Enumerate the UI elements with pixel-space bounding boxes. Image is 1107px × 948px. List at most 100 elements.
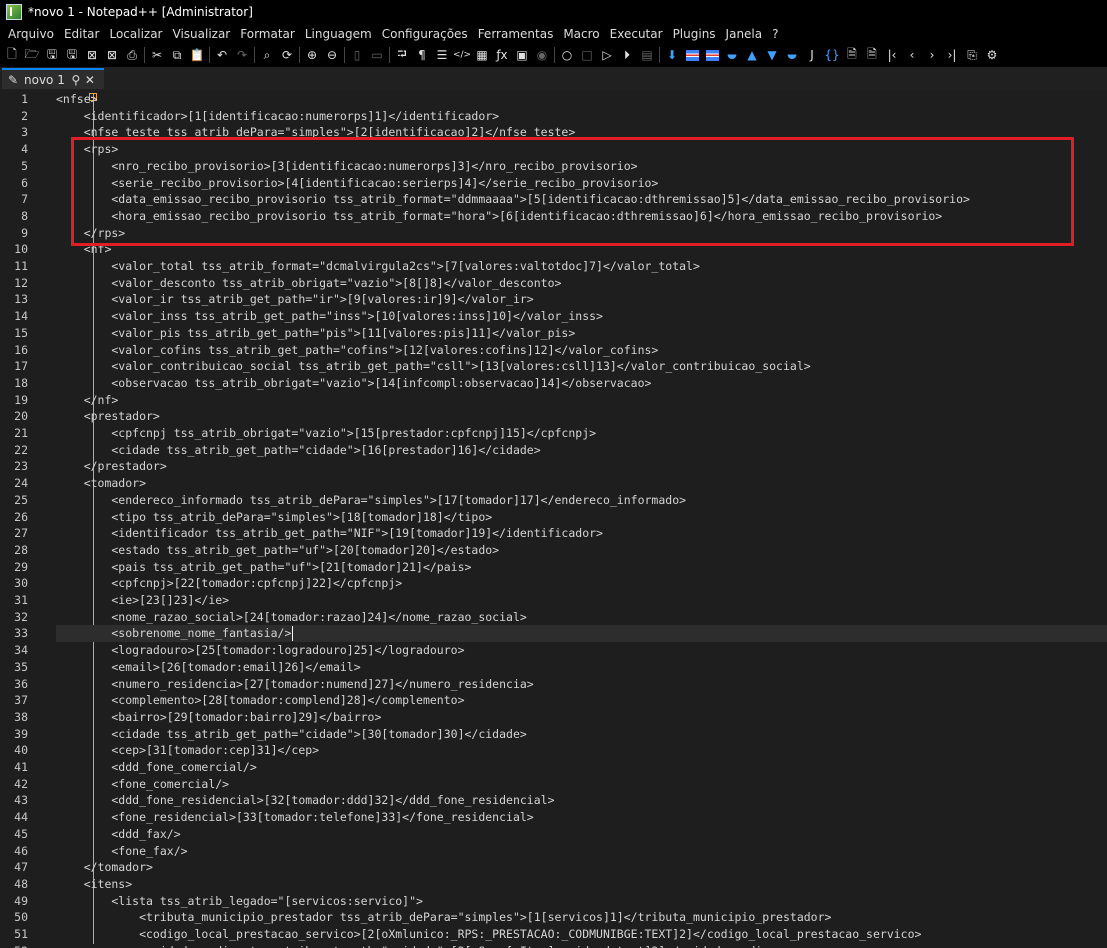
code-line[interactable]: <valor_desconto tss_atrib_obrigat="vazio… xyxy=(56,275,561,292)
monitoring-icon[interactable]: ◉ xyxy=(534,47,550,63)
paste-icon[interactable]: 📋 xyxy=(189,47,205,63)
save-icon[interactable]: 🖫 xyxy=(44,47,60,63)
code-line[interactable]: <cidade tss_atrib_get_path="cidade">[16[… xyxy=(56,442,540,459)
code-line[interactable]: <valor_cofins tss_atrib_get_path="cofins… xyxy=(56,342,658,359)
first-icon[interactable]: |‹ xyxy=(884,47,900,63)
save-macro-icon[interactable]: ▤ xyxy=(639,47,655,63)
undo-icon[interactable]: ↶ xyxy=(214,47,230,63)
menu-10[interactable]: Plugins xyxy=(669,27,720,41)
open-file-icon[interactable]: 🗁 xyxy=(24,47,40,63)
save-all-icon[interactable]: 🖫 xyxy=(64,47,80,63)
code-line[interactable]: <numero_residencia>[27[tomador:numend]27… xyxy=(56,676,533,693)
code-line[interactable]: <identificador>[1[identificacao:numerorp… xyxy=(56,108,499,125)
indent-guide-icon[interactable]: ☰ xyxy=(434,47,450,63)
code-line[interactable]: <email>[26[tomador:email]26]</email> xyxy=(56,659,360,676)
code-line[interactable]: <cpfcnpj tss_atrib_obrigat="vazio">[15[p… xyxy=(56,425,596,442)
code-line[interactable]: </nf> xyxy=(56,392,119,409)
code-line[interactable]: <pais tss_atrib_get_path="uf">[21[tomado… xyxy=(56,559,471,576)
xml-tag-icon[interactable]: </> xyxy=(453,47,471,63)
plugin-icon-5[interactable]: ▲ xyxy=(744,47,760,63)
code-line[interactable]: <nome_razao_social>[24[tomador:razao]24]… xyxy=(56,609,526,626)
code-line[interactable]: <ddd_fone_residencial>[32[tomador:ddd]32… xyxy=(56,792,554,809)
plugin-icon-7[interactable]: ⯋ xyxy=(784,47,800,63)
code-line[interactable]: <fone_comercial/> xyxy=(56,776,229,793)
code-line[interactable]: <nfse_teste tss_atrib_dePara="simples">[… xyxy=(56,124,576,141)
code-line[interactable]: <codigo_local_prestacao_servico>[2[oXmlu… xyxy=(56,926,921,943)
code-line[interactable]: <ddd_fone_comercial/> xyxy=(56,759,256,776)
code-line[interactable]: <valor_inss tss_atrib_get_path="inss">[1… xyxy=(56,308,603,325)
code-line[interactable]: <unidade_codigo tss_atrib_get_path="unid… xyxy=(56,943,783,948)
json-format-icon[interactable]: {} xyxy=(824,47,840,63)
code-line[interactable]: <prestador> xyxy=(56,408,160,425)
menu-7[interactable]: Ferramentas xyxy=(474,27,558,41)
redo-icon[interactable]: ↷ xyxy=(234,47,250,63)
stop-macro-icon[interactable]: □ xyxy=(579,47,595,63)
plugin-icon-4[interactable]: ⯋ xyxy=(724,47,740,63)
code-line[interactable]: <tributa_municipio_prestador tss_atrib_d… xyxy=(56,909,831,926)
zoom-in-icon[interactable]: ⊕ xyxy=(304,47,320,63)
code-line[interactable]: <identificador tss_atrib_get_path="NIF">… xyxy=(56,525,603,542)
tab-novo-1[interactable]: ✎ novo 1 ⚲ ✕ xyxy=(2,68,104,89)
next-icon[interactable]: › xyxy=(924,47,940,63)
plugin-icon-2[interactable] xyxy=(684,47,700,63)
last-icon[interactable]: ›| xyxy=(944,47,960,63)
code-line[interactable]: <endereco_informado tss_atrib_dePara="si… xyxy=(56,492,686,509)
menu-6[interactable]: Configurações xyxy=(378,27,472,41)
zoom-out-icon[interactable]: ⊖ xyxy=(324,47,340,63)
code-line[interactable]: <fone_residencial>[33[tomador:telefone]3… xyxy=(56,809,533,826)
plugin-icon-6[interactable]: ▼ xyxy=(764,47,780,63)
code-line[interactable]: <serie_recibo_provisorio>[4[identificaca… xyxy=(56,175,658,192)
code-line[interactable]: <data_emissao_recibo_provisorio tss_atri… xyxy=(56,191,970,208)
code-line[interactable]: </prestador> xyxy=(56,458,167,475)
close-icon[interactable]: ⊠ xyxy=(84,47,100,63)
menu-8[interactable]: Macro xyxy=(559,27,603,41)
code-line[interactable]: <valor_pis tss_atrib_get_path="pis">[11[… xyxy=(56,325,575,342)
code-line[interactable]: <valor_ir tss_atrib_get_path="ir">[9[val… xyxy=(56,291,533,308)
doc-map-icon[interactable]: ▦ xyxy=(474,47,490,63)
copy-icon[interactable]: ⧉ xyxy=(169,47,185,63)
fold-margin[interactable] xyxy=(44,90,97,948)
show-all-chars-icon[interactable]: ¶ xyxy=(414,47,430,63)
code-line[interactable]: <cep>[31[tomador:cep]31]</cep> xyxy=(56,742,319,759)
code-line[interactable]: <valor_total tss_atrib_format="dcmalvirg… xyxy=(56,258,700,275)
sync-horizontal-icon[interactable]: ▭ xyxy=(369,47,385,63)
pin-icon[interactable]: ⚲ xyxy=(69,73,83,87)
code-line[interactable]: <estado tss_atrib_get_path="uf">[20[toma… xyxy=(56,542,499,559)
menu-0[interactable]: Arquivo xyxy=(4,27,58,41)
menu-9[interactable]: Executar xyxy=(606,27,667,41)
record-macro-icon[interactable]: ○ xyxy=(559,47,575,63)
code-line[interactable]: <cpfcnpj>[22[tomador:cpfcnpj]22]</cpfcnp… xyxy=(56,575,402,592)
run-macro-multiple-icon[interactable]: ⏵ xyxy=(619,47,635,63)
code-line[interactable]: <nf> xyxy=(56,241,112,258)
code-line[interactable]: <logradouro>[25[tomador:logradouro]25]</… xyxy=(56,642,464,659)
clipboard-icon[interactable]: ⎘ xyxy=(964,47,980,63)
code-line[interactable]: <ddd_fax/> xyxy=(56,826,180,843)
code-line[interactable]: <itens> xyxy=(56,876,132,893)
json-viewer-icon[interactable]: J xyxy=(804,47,820,63)
menu-5[interactable]: Linguagem xyxy=(301,27,376,41)
sync-vertical-icon[interactable]: ▯ xyxy=(349,47,365,63)
play-macro-icon[interactable]: ▷ xyxy=(599,47,615,63)
new-file-icon[interactable]: 🗋 xyxy=(4,47,20,63)
settings-icon[interactable]: ⚙ xyxy=(984,47,1000,63)
menu-4[interactable]: Formatar xyxy=(236,27,299,41)
code-line[interactable]: <sobrenome_nome_fantasia/> xyxy=(56,625,291,642)
code-line[interactable]: <hora_emissao_recibo_provisorio tss_atri… xyxy=(56,208,942,225)
code-line[interactable]: <tomador> xyxy=(56,475,146,492)
code-line[interactable]: <cidade tss_atrib_get_path="cidade">[30[… xyxy=(56,726,526,743)
tab-close-icon[interactable]: ✕ xyxy=(83,73,97,87)
code-line[interactable]: <complemento>[28[tomador:complend]28]</c… xyxy=(56,692,464,709)
replace-icon[interactable]: ⟳ xyxy=(279,47,295,63)
code-line[interactable]: <ie>[23[]23]</ie> xyxy=(56,592,229,609)
plugin-icon-1[interactable]: ⬇ xyxy=(664,47,680,63)
code-line[interactable]: <rps> xyxy=(56,141,119,158)
plugin-icon-3[interactable] xyxy=(704,47,720,63)
code-line[interactable]: </rps> xyxy=(56,225,126,242)
print-icon[interactable]: ⎙ xyxy=(124,47,140,63)
word-wrap-icon[interactable]: ⮒ xyxy=(394,47,410,63)
cut-icon[interactable]: ✂ xyxy=(149,47,165,63)
close-all-icon[interactable]: ⊠ xyxy=(104,47,120,63)
prev-icon[interactable]: ‹ xyxy=(904,47,920,63)
code-line[interactable]: <bairro>[29[tomador:bairro]29]</bairro> xyxy=(56,709,381,726)
code-line[interactable]: <valor_contribuicao_social tss_atrib_get… xyxy=(56,358,810,375)
